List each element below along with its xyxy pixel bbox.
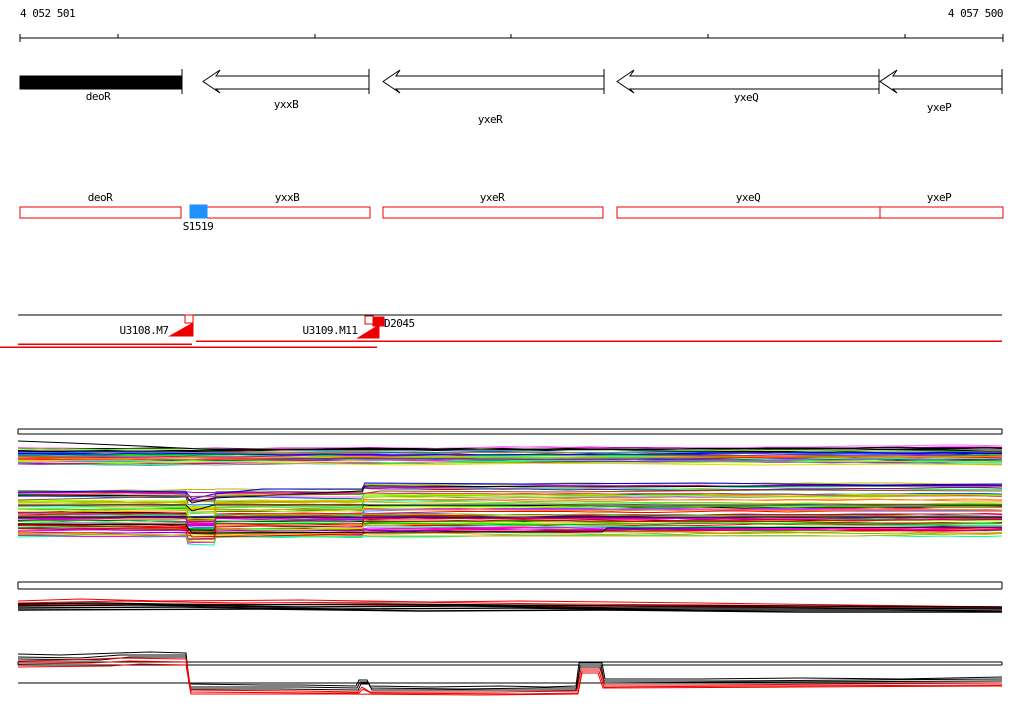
region-box-deor[interactable] [19, 206, 182, 219]
gene-arrow-yxep[interactable] [879, 69, 1003, 94]
probe-flag-box-u3109-m11[interactable] [364, 315, 374, 325]
probe-flag-u3109-m11[interactable] [356, 324, 380, 339]
gene-bar-deor[interactable] [19, 75, 182, 90]
gene-arrow-yxeq[interactable] [616, 69, 880, 94]
probe-flag-box-u3108-m7[interactable] [184, 314, 194, 324]
region-box-yxxb[interactable] [206, 206, 371, 219]
probe-box-d2045[interactable] [372, 316, 385, 327]
tracks-canvas [0, 34, 1004, 696]
gene-arrow-yxer[interactable] [382, 69, 605, 94]
p3-red2 [17, 660, 1003, 695]
marker-s1519[interactable] [189, 204, 208, 219]
region-box-yxer[interactable] [382, 206, 604, 219]
gene-arrow-yxxb[interactable] [202, 69, 370, 94]
genome-browser-view: 4 052 501 4 057 500 deoR yxxB yxeR yxeQ yxeP de… [0, 0, 1024, 714]
probe-flag-u3108-m7[interactable] [168, 322, 194, 337]
region-box-yxep[interactable] [879, 206, 1004, 219]
region-box-yxeq[interactable] [616, 206, 881, 219]
